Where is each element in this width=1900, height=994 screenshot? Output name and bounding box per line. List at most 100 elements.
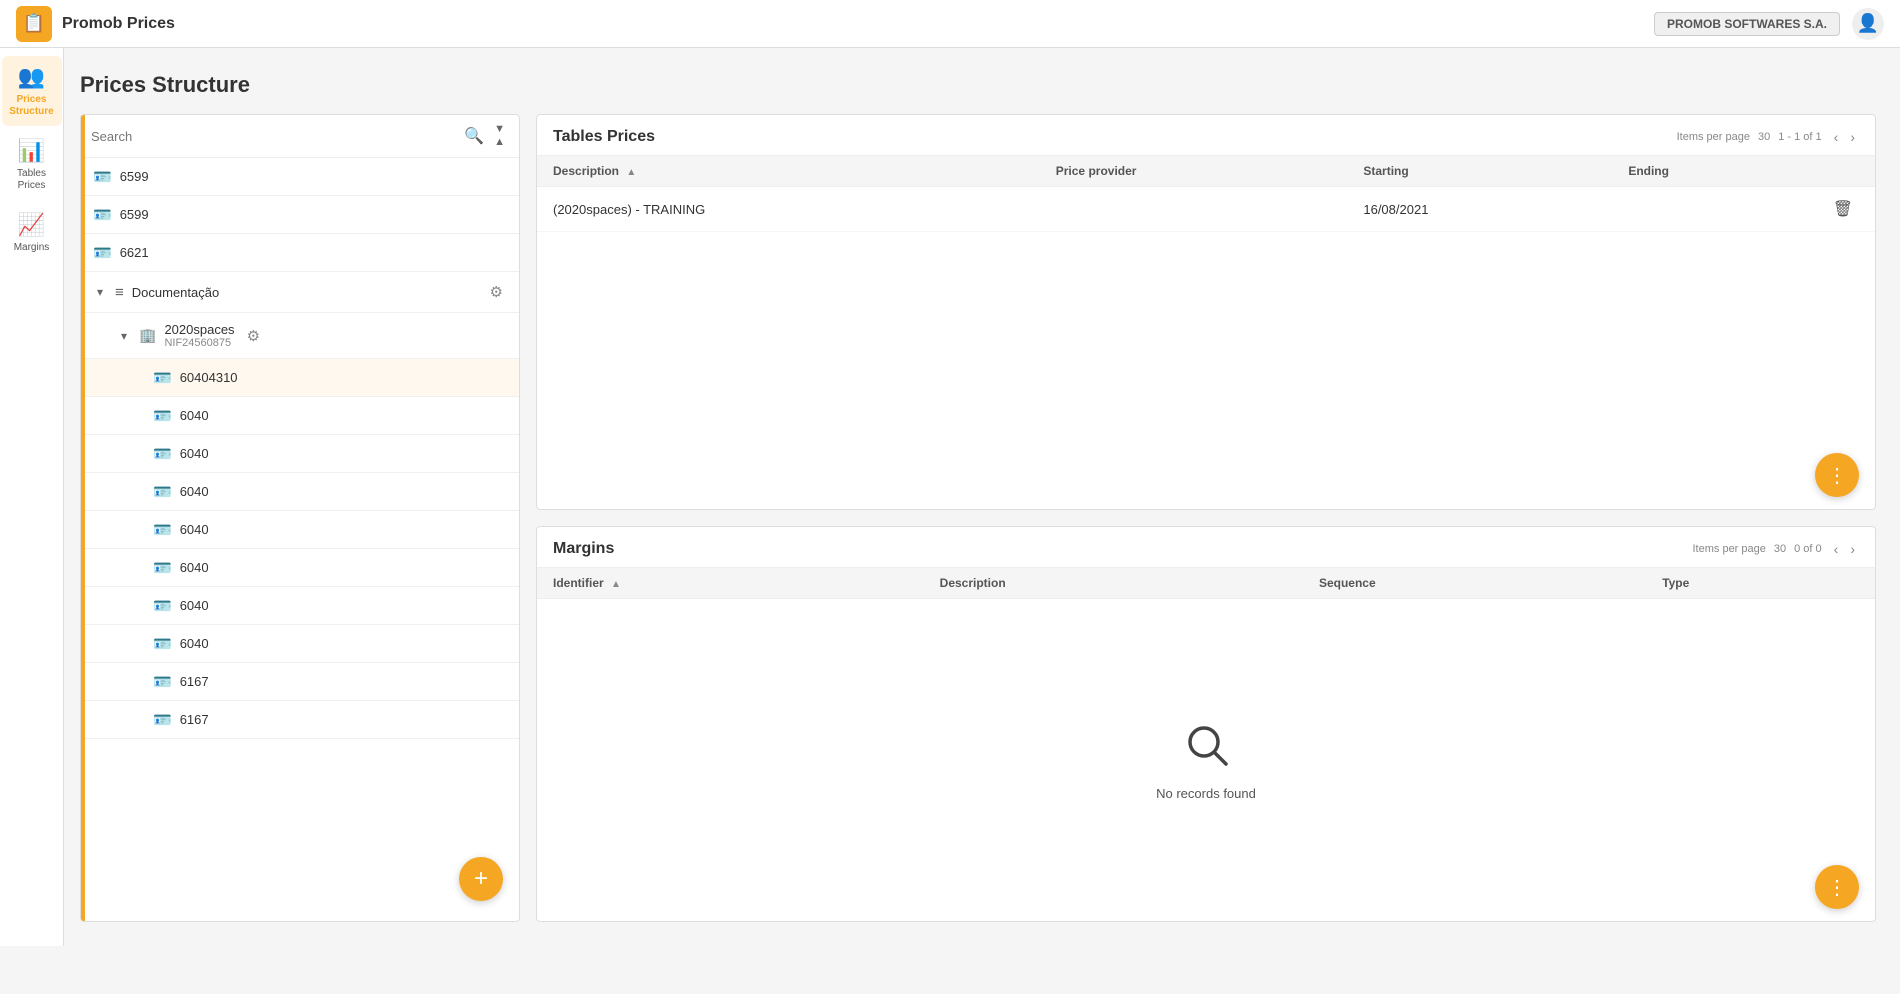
collapse-icon[interactable]: ▾ [93,285,107,299]
no-records-text: No records found [1156,786,1256,801]
no-records-search-icon [1182,720,1230,778]
margins-table: Identifier ▲ Description Sequence Type [537,568,1875,599]
tree-item[interactable]: 🪪 6599 [81,196,519,234]
prices-col-starting[interactable]: Starting [1347,156,1612,187]
page-title: Prices Structure [80,72,1876,98]
card-icon: 🪪 [153,521,172,539]
sort-asc-icon: ▲ [626,167,636,178]
prices-col-ending[interactable]: Ending [1612,156,1810,187]
content-area: 🔍 ▼ ▲ 🪪 6599 🪪 6599 [80,114,1876,922]
prices-row-ending [1612,187,1810,232]
tree-item-6040[interactable]: 🪪 6040 [81,625,519,663]
main-content: Prices Structure 🔍 ▼ ▲ 🪪 6599 [64,48,1900,946]
prices-row-delete-cell: 🗑 [1811,187,1875,232]
card-icon: 🪪 [153,673,172,691]
prices-items-per-page: 30 [1758,131,1770,143]
prices-pagination-info: 1 - 1 of 1 [1778,131,1821,143]
prices-prev-page-button[interactable]: ‹ [1830,127,1843,147]
margins-pagination-info: 0 of 0 [1794,543,1822,555]
right-panel: Tables Prices Items per page 30 1 - 1 of… [536,114,1876,922]
prices-next-page-button[interactable]: › [1846,127,1859,147]
search-arrows: ▼ ▲ [490,123,509,149]
prices-row-starting: 16/08/2021 [1347,187,1612,232]
tree-item[interactable]: 🪪 6621 [81,234,519,272]
prices-section-title: Tables Prices [553,128,655,146]
prices-fab-button[interactable]: ⋮ [1815,453,1859,497]
margins-col-description[interactable]: Description [924,568,1303,599]
margins-icon: 📈 [18,212,45,238]
folder-2020-icon: 🏢 [139,327,156,344]
user-account-button[interactable]: 👤 [1852,8,1884,40]
card-icon: 🪪 [153,597,172,615]
prices-col-provider[interactable]: Price provider [1040,156,1348,187]
prices-section-meta: Items per page 30 1 - 1 of 1 ‹ › [1677,127,1859,147]
card-icon: 🪪 [93,244,112,262]
margins-section-title: Margins [553,540,614,558]
card-icon: 🪪 [153,483,172,501]
tree-folder-2020spaces[interactable]: ▾ 🏢 2020spaces NIF24560875 ⚙ [81,313,519,359]
table-row[interactable]: (2020spaces) - TRAINING 16/08/2021 🗑 [537,187,1875,232]
card-icon: 🪪 [153,407,172,425]
search-bar: 🔍 ▼ ▲ [81,115,519,158]
card-icon: 🪪 [153,445,172,463]
card-icon: 🪪 [153,559,172,577]
documentacao-gear-button[interactable]: ⚙ [486,281,507,303]
prices-section-header: Tables Prices Items per page 30 1 - 1 of… [537,115,1875,156]
tree-item-6040[interactable]: 🪪 6040 [81,473,519,511]
tree-folder-documentacao[interactable]: ▾ ≡ Documentação ⚙ [81,272,519,313]
arrow-up-button[interactable]: ▲ [490,136,509,149]
tree-item-6040[interactable]: 🪪 6040 [81,511,519,549]
margins-col-sequence[interactable]: Sequence [1303,568,1646,599]
tree-item-6167[interactable]: 🪪 6167 [81,701,519,739]
tree-item-6167[interactable]: 🪪 6167 [81,663,519,701]
app-logo-icon: 📋 [16,6,52,42]
margins-section-header: Margins Items per page 30 0 of 0 ‹ › [537,527,1875,568]
prices-section: Tables Prices Items per page 30 1 - 1 of… [536,114,1876,510]
tree-item-6040[interactable]: 🪪 6040 [81,549,519,587]
sidebar-item-prices-structure[interactable]: 👥 PricesStructure [2,56,62,126]
card-icon: 🪪 [153,635,172,653]
margins-section: Margins Items per page 30 0 of 0 ‹ › [536,526,1876,922]
logo: 📋 Promob Prices [16,6,175,42]
sidebar-item-tables-prices[interactable]: 📊 Tables Prices [2,130,62,200]
prices-col-description[interactable]: Description ▲ [537,156,1040,187]
accent-bar [81,115,85,921]
tables-prices-icon: 📊 [18,138,45,164]
margins-col-type[interactable]: Type [1646,568,1875,599]
tree-item-6040[interactable]: 🪪 6040 [81,435,519,473]
margins-next-page-button[interactable]: › [1846,539,1859,559]
tree-scroll[interactable]: 🪪 6599 🪪 6599 🪪 6621 ▾ ≡ Documentaçã [81,158,519,921]
margins-items-per-page-label: Items per page [1693,543,1766,555]
prices-row-description: (2020spaces) - TRAINING [537,187,1040,232]
prices-row-provider [1040,187,1348,232]
card-icon: 🪪 [93,206,112,224]
prices-table: Description ▲ Price provider Starting En… [537,156,1875,232]
company-badge: PROMOB SOFTWARES S.A. [1654,12,1840,36]
arrow-down-button[interactable]: ▼ [490,123,509,136]
sidebar-nav: 👥 PricesStructure 📊 Tables Prices 📈 Marg… [0,48,64,946]
2020spaces-gear-button[interactable]: ⚙ [243,325,264,347]
card-icon: 🪪 [93,168,112,186]
margins-fab-button[interactable]: ⋮ [1815,865,1859,909]
card-icon: 🪪 [153,711,172,729]
search-icon: 🔍 [464,126,484,146]
margins-section-meta: Items per page 30 0 of 0 ‹ › [1693,539,1860,559]
delete-price-row-button[interactable]: 🗑 [1827,197,1859,221]
tree-item-6040[interactable]: 🪪 6040 [81,397,519,435]
sidebar-item-margins[interactable]: 📈 Margins [2,204,62,262]
tree-item-6040[interactable]: 🪪 6040 [81,587,519,625]
sidebar-label-prices-structure: PricesStructure [9,94,53,118]
sidebar-label-margins: Margins [14,242,50,254]
card-60404310-icon: 🪪 [153,369,172,387]
prices-items-per-page-label: Items per page [1677,131,1750,143]
tree-item-60404310[interactable]: 🪪 60404310 [81,359,519,397]
add-fab-button[interactable]: + [459,857,503,901]
app-name: Promob Prices [62,15,175,33]
collapse-2020-icon[interactable]: ▾ [117,329,131,343]
margins-prev-page-button[interactable]: ‹ [1830,539,1843,559]
sort-asc-icon: ▲ [611,579,621,590]
margins-col-identifier[interactable]: Identifier ▲ [537,568,924,599]
search-input[interactable] [91,129,458,144]
prices-pagination-buttons: ‹ › [1830,127,1859,147]
tree-item[interactable]: 🪪 6599 [81,158,519,196]
